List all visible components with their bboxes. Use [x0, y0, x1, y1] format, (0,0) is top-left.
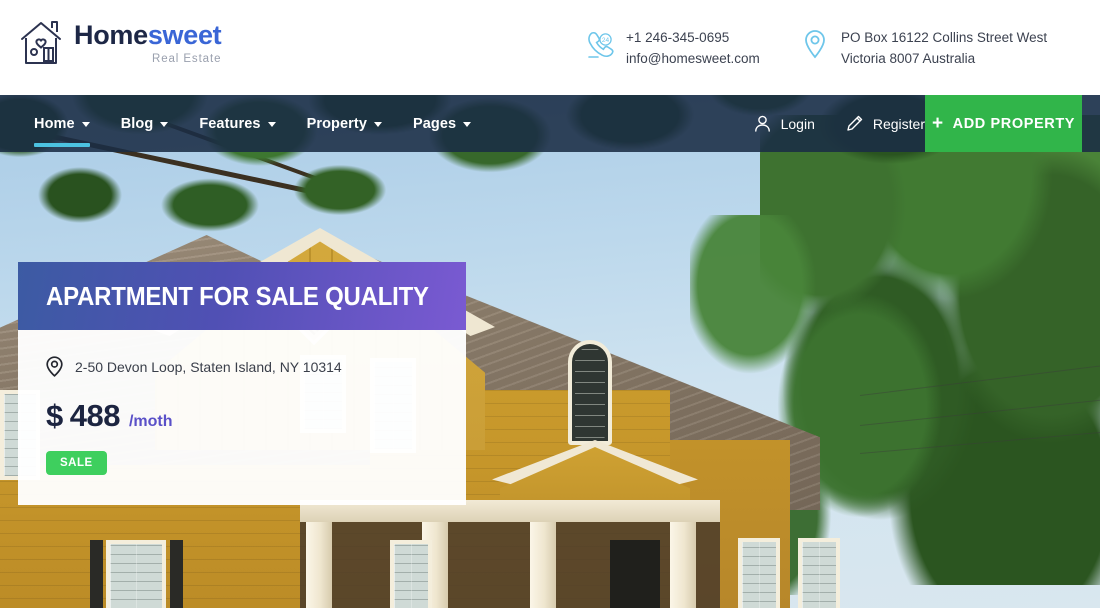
- property-address: 2-50 Devon Loop, Staten Island, NY 10314: [75, 358, 342, 375]
- nav-label-home: Home: [34, 115, 75, 132]
- site-header: Homesweet Real Estate 24 +1 246-345-0695…: [0, 0, 1100, 95]
- arched-window: [568, 340, 612, 445]
- nav-label-blog: Blog: [120, 115, 154, 132]
- nav-label-pages: Pages: [413, 115, 457, 132]
- property-card-header: APARTMENT FOR SALE QUALITY: [18, 262, 466, 330]
- logo-title: Homesweet: [74, 20, 222, 50]
- nav-item-features[interactable]: Features: [199, 95, 276, 152]
- price-value: 488: [69, 398, 121, 433]
- nav-label-features: Features: [199, 115, 261, 132]
- svg-text:24: 24: [602, 37, 610, 44]
- nav-label-property: Property: [306, 115, 367, 132]
- main-navigation: Home Blog Features Property Pages Login …: [0, 95, 1100, 152]
- logo-text: Homesweet Real Estate: [74, 17, 222, 66]
- house-heart-icon: [21, 21, 61, 64]
- property-price-row: $ 488 /moth: [46, 398, 438, 434]
- porch-column: [306, 522, 332, 608]
- address-line-2: Victoria 8007 Australia: [841, 51, 976, 66]
- plus-icon: +: [931, 113, 944, 134]
- contact-address-block: PO Box 16122 Collins Street West Victori…: [800, 27, 1047, 69]
- price-currency: $: [46, 398, 63, 433]
- active-indicator: [34, 143, 90, 147]
- address-line-1: PO Box 16122 Collins Street West: [841, 30, 1048, 45]
- front-door: [610, 540, 660, 608]
- nav-item-blog[interactable]: Blog: [121, 95, 169, 152]
- price-period: /moth: [128, 413, 173, 430]
- nav-item-pages[interactable]: Pages: [413, 95, 472, 152]
- porch-column: [530, 522, 556, 608]
- logo[interactable]: Homesweet Real Estate: [18, 17, 222, 69]
- window: [738, 538, 780, 608]
- logo-name-part1: Home: [74, 20, 148, 50]
- property-address-row: 2-50 Devon Loop, Staten Island, NY 10314: [46, 356, 438, 377]
- logo-name-part2: sweet: [147, 20, 222, 50]
- add-property-label: ADD PROPERTY: [952, 115, 1076, 132]
- register-button[interactable]: Register: [845, 114, 925, 133]
- chevron-down-icon: [160, 122, 169, 127]
- porch-column: [670, 522, 696, 608]
- map-pin-icon: [46, 356, 63, 377]
- nav-item-property[interactable]: Property: [307, 95, 382, 152]
- chevron-down-icon: [81, 122, 90, 127]
- status-badge: SALE: [46, 451, 107, 475]
- nav-account-links: Login Register: [723, 95, 925, 152]
- register-label: Register: [872, 115, 925, 132]
- logo-subtitle: Real Estate: [152, 53, 222, 65]
- contact-address-lines: PO Box 16122 Collins Street West Victori…: [841, 27, 1047, 69]
- page-root: Homesweet Real Estate 24 +1 246-345-0695…: [0, 0, 1100, 608]
- window: [106, 540, 166, 608]
- login-label: Login: [780, 115, 815, 132]
- property-card[interactable]: APARTMENT FOR SALE QUALITY 2-50 Devon Lo…: [18, 262, 466, 505]
- shutter: [90, 540, 103, 608]
- contact-phone-block: 24 +1 246-345-0695 info@homesweet.com: [585, 27, 760, 69]
- chevron-down-icon: [374, 122, 382, 127]
- phone-24h-icon: 24: [588, 31, 614, 58]
- shutter: [170, 540, 183, 608]
- window: [798, 538, 840, 608]
- phone-number[interactable]: +1 246-345-0695: [626, 27, 760, 48]
- nav-links: Home Blog Features Property Pages: [34, 95, 502, 152]
- property-card-body: 2-50 Devon Loop, Staten Island, NY 10314…: [18, 330, 466, 505]
- map-pin-icon: [805, 30, 825, 59]
- nav-item-home[interactable]: Home: [34, 95, 90, 152]
- chevron-down-icon: [463, 122, 472, 127]
- user-icon: [754, 115, 770, 132]
- chevron-down-icon: [267, 122, 276, 127]
- window: [390, 540, 432, 608]
- contact-phone-lines: +1 246-345-0695 info@homesweet.com: [626, 27, 760, 69]
- property-title: APARTMENT FOR SALE QUALITY: [46, 280, 429, 311]
- login-button[interactable]: Login: [753, 114, 815, 133]
- add-property-button[interactable]: + ADD PROPERTY: [925, 95, 1082, 152]
- email-address[interactable]: info@homesweet.com: [626, 48, 760, 69]
- pencil-icon: [847, 115, 863, 131]
